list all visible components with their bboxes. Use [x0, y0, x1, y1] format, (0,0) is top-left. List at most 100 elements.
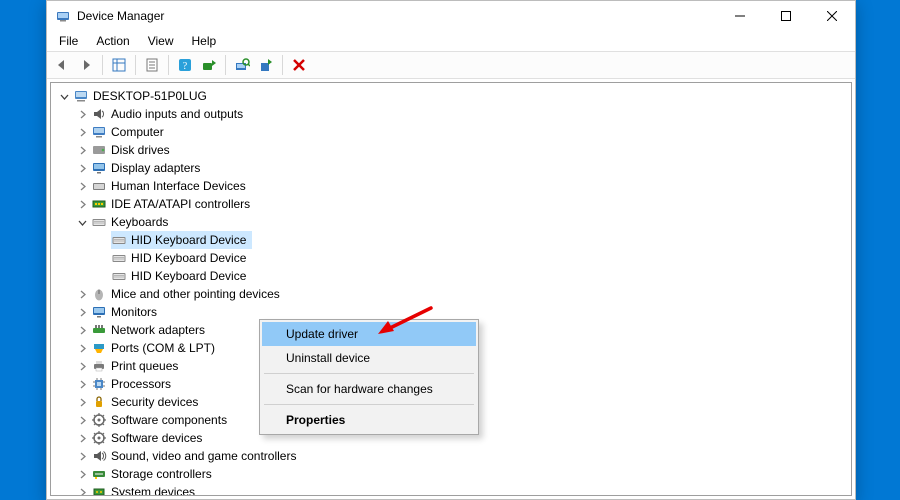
tree-node-disk-drives[interactable]: Disk drives — [51, 141, 851, 159]
tree-node-human-interface-devices[interactable]: Human Interface Devices — [51, 177, 851, 195]
toolbar-separator — [135, 55, 136, 75]
tree-node-label: Storage controllers — [111, 465, 212, 483]
toolbar-back-button[interactable] — [51, 54, 73, 76]
sound-icon — [91, 448, 107, 464]
tree-node-mice-and-other-pointing-devices[interactable]: Mice and other pointing devices — [51, 285, 851, 303]
chevron-right-icon[interactable] — [75, 467, 89, 481]
tree-node-label: IDE ATA/ATAPI controllers — [111, 195, 250, 213]
disk-icon — [91, 142, 107, 158]
tree-root[interactable]: DESKTOP-51P0LUG — [51, 87, 851, 105]
hid-icon — [91, 178, 107, 194]
window-titlebar[interactable]: Device Manager — [47, 1, 855, 31]
chevron-right-icon[interactable] — [75, 197, 89, 211]
chevron-right-icon[interactable] — [75, 341, 89, 355]
tree-leaf-hid-keyboard-device[interactable]: HID Keyboard Device — [51, 231, 851, 249]
tree-node-label: Human Interface Devices — [111, 177, 246, 195]
chevron-down-icon[interactable] — [75, 215, 89, 229]
chevron-right-icon[interactable] — [75, 143, 89, 157]
context-menu-item-update-driver[interactable]: Update driver — [262, 322, 476, 346]
chevron-right-icon[interactable] — [75, 413, 89, 427]
chevron-right-icon[interactable] — [75, 395, 89, 409]
toolbar-uninstall-button[interactable] — [288, 54, 310, 76]
toolbar-update-driver-button[interactable] — [198, 54, 220, 76]
app-icon — [55, 8, 71, 24]
chevron-right-icon[interactable] — [75, 359, 89, 373]
toolbar: ? — [47, 51, 855, 79]
tree-leaf-hid-keyboard-device[interactable]: HID Keyboard Device — [51, 249, 851, 267]
mouse-icon — [91, 286, 107, 302]
chevron-right-icon[interactable] — [75, 377, 89, 391]
tree-node-label: Display adapters — [111, 159, 200, 177]
chevron-right-icon[interactable] — [75, 125, 89, 139]
ide-icon — [91, 196, 107, 212]
tree-leaf-label: HID Keyboard Device — [131, 267, 246, 285]
context-menu-separator — [264, 373, 474, 374]
toolbar-properties-button[interactable] — [141, 54, 163, 76]
system-icon — [91, 484, 107, 496]
tree-node-label: Network adapters — [111, 321, 205, 339]
context-menu-item-uninstall-device[interactable]: Uninstall device — [262, 346, 476, 370]
monitor-icon — [91, 304, 107, 320]
menu-file[interactable]: File — [51, 32, 86, 50]
tree-node-system-devices[interactable]: System devices — [51, 483, 851, 496]
context-menu: Update driver Uninstall device Scan for ha… — [259, 319, 479, 435]
printer-icon — [91, 358, 107, 374]
computer-icon — [73, 88, 89, 104]
context-menu-item-label: Uninstall device — [286, 351, 370, 365]
keyboard-icon — [91, 214, 107, 230]
tree-leaf-label: HID Keyboard Device — [131, 249, 246, 267]
chevron-right-icon[interactable] — [75, 323, 89, 337]
close-button[interactable] — [809, 1, 855, 31]
menu-help[interactable]: Help — [184, 32, 225, 50]
software-icon — [91, 430, 107, 446]
chevron-right-icon[interactable] — [75, 287, 89, 301]
tree-node-storage-controllers[interactable]: Storage controllers — [51, 465, 851, 483]
tree-node-label: Print queues — [111, 357, 178, 375]
tree-node-ide-ata-atapi-controllers[interactable]: IDE ATA/ATAPI controllers — [51, 195, 851, 213]
tree-node-audio-inputs-and-outputs[interactable]: Audio inputs and outputs — [51, 105, 851, 123]
tree-node-label: Disk drives — [111, 141, 170, 159]
tree-node-label: Audio inputs and outputs — [111, 105, 243, 123]
menubar: File Action View Help — [47, 31, 855, 51]
chevron-down-icon[interactable] — [57, 89, 71, 103]
toolbar-show-hidden-button[interactable] — [108, 54, 130, 76]
chevron-right-icon[interactable] — [75, 449, 89, 463]
chevron-right-icon[interactable] — [75, 179, 89, 193]
toolbar-enable-button[interactable] — [255, 54, 277, 76]
keyboard-icon — [111, 268, 127, 284]
toolbar-forward-button[interactable] — [75, 54, 97, 76]
tree-node-display-adapters[interactable]: Display adapters — [51, 159, 851, 177]
menu-view[interactable]: View — [140, 32, 182, 50]
minimize-button[interactable] — [717, 1, 763, 31]
tree-node-label: System devices — [111, 483, 195, 496]
window-title: Device Manager — [77, 9, 164, 23]
tree-leaf-hid-keyboard-device[interactable]: HID Keyboard Device — [51, 267, 851, 285]
tree-node-label: Software devices — [111, 429, 202, 447]
context-menu-item-label: Scan for hardware changes — [286, 382, 433, 396]
tree-spacer — [95, 233, 109, 247]
keyboard-icon — [111, 232, 127, 248]
tree-node-computer[interactable]: Computer — [51, 123, 851, 141]
chevron-right-icon[interactable] — [75, 161, 89, 175]
tree-node-label: Ports (COM & LPT) — [111, 339, 215, 357]
chevron-right-icon[interactable] — [75, 107, 89, 121]
menu-action[interactable]: Action — [88, 32, 137, 50]
context-menu-item-scan-for-hardware-changes[interactable]: Scan for hardware changes — [262, 377, 476, 401]
device-tree-pane[interactable]: DESKTOP-51P0LUGAudio inputs and outputsC… — [50, 82, 852, 496]
toolbar-separator — [282, 55, 283, 75]
tree-node-sound-video-and-game-controllers[interactable]: Sound, video and game controllers — [51, 447, 851, 465]
desktop-background: Device Manager File Action View Help — [0, 0, 900, 500]
chevron-right-icon[interactable] — [75, 431, 89, 445]
software-icon — [91, 412, 107, 428]
maximize-button[interactable] — [763, 1, 809, 31]
cpu-icon — [91, 376, 107, 392]
toolbar-scan-button[interactable] — [231, 54, 253, 76]
chevron-right-icon[interactable] — [75, 305, 89, 319]
chevron-right-icon[interactable] — [75, 485, 89, 496]
tree-node-keyboards[interactable]: Keyboards — [51, 213, 851, 231]
context-menu-item-properties[interactable]: Properties — [262, 408, 476, 432]
computer-icon — [91, 124, 107, 140]
tree-root-label: DESKTOP-51P0LUG — [93, 87, 207, 105]
toolbar-help-button[interactable]: ? — [174, 54, 196, 76]
tree-node-label: Sound, video and game controllers — [111, 447, 296, 465]
